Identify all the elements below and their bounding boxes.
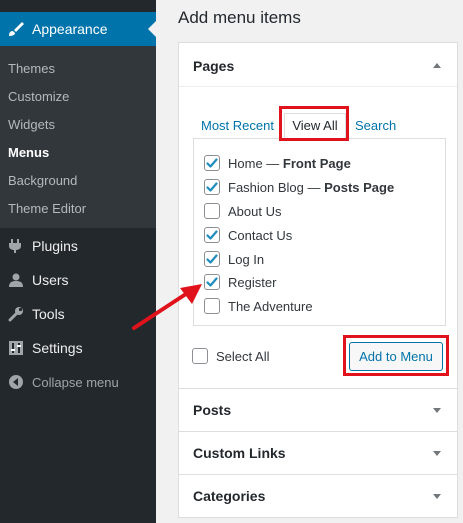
collapse-up-icon[interactable]: [433, 63, 441, 68]
expand-down-icon: [433, 451, 441, 456]
page-checkbox-row[interactable]: About Us: [204, 202, 281, 220]
submenu-customize[interactable]: Customize: [0, 83, 156, 111]
page-checkbox-row[interactable]: Fashion Blog — Posts Page: [204, 178, 394, 196]
submenu-themes[interactable]: Themes: [0, 55, 156, 83]
collapse-menu-label: Collapse menu: [32, 374, 119, 390]
select-all-label: Select All: [216, 348, 270, 364]
page-checkbox-row[interactable]: The Adventure: [204, 297, 313, 315]
checkbox[interactable]: [204, 155, 220, 171]
section-posts[interactable]: Posts: [178, 389, 458, 432]
page-checkbox-row[interactable]: Log In: [204, 250, 264, 268]
submenu-menus[interactable]: Menus: [0, 139, 156, 167]
settings-sliders-icon: [6, 338, 26, 358]
menu-users-label: Users: [32, 272, 69, 288]
menu-appearance[interactable]: Appearance: [0, 12, 156, 46]
checkbox[interactable]: [192, 348, 208, 364]
menu-settings[interactable]: Settings: [0, 331, 156, 365]
checkbox[interactable]: [204, 203, 220, 219]
expand-down-icon: [433, 494, 441, 499]
tab-view-all[interactable]: View All: [284, 113, 346, 139]
red-arrow-annotation: [132, 284, 202, 330]
admin-sidebar: Appearance Themes Customize Widgets Menu…: [0, 0, 156, 523]
menu-plugins[interactable]: Plugins: [0, 229, 156, 263]
pages-panel-title: Pages: [193, 58, 235, 74]
collapse-menu-button[interactable]: Collapse menu: [0, 365, 156, 399]
page-checkbox-row[interactable]: Register: [204, 273, 276, 291]
menu-settings-label: Settings: [32, 340, 83, 356]
tab-search[interactable]: Search: [355, 118, 396, 133]
pages-checklist: Home — Front Page Fashion Blog — Posts Pa…: [193, 138, 446, 326]
paintbrush-icon: [6, 19, 26, 39]
submenu-background[interactable]: Background: [0, 167, 156, 195]
expand-down-icon: [433, 408, 441, 413]
plugin-icon: [6, 236, 26, 256]
section-custom-links[interactable]: Custom Links: [178, 432, 458, 475]
page-state-label: Posts Page: [324, 179, 395, 195]
page-label: The Adventure: [228, 298, 313, 314]
page-label: Log In: [228, 251, 265, 267]
tab-most-recent[interactable]: Most Recent: [201, 118, 274, 133]
page-label: Register: [228, 274, 277, 290]
submenu-theme-editor[interactable]: Theme Editor: [0, 195, 156, 223]
add-to-menu-button[interactable]: Add to Menu: [349, 342, 443, 371]
page-label: Fashion Blog: [228, 179, 304, 195]
page-label: About Us: [228, 203, 282, 219]
checkbox[interactable]: [204, 227, 220, 243]
page-label-dash: —: [303, 179, 325, 195]
appearance-submenu: Themes Customize Widgets Menus Backgroun…: [0, 46, 156, 228]
page-checkbox-row[interactable]: Contact Us: [204, 226, 292, 244]
page-state-label: Front Page: [282, 155, 351, 171]
page-title: Add menu items: [178, 8, 301, 27]
wrench-icon: [6, 304, 26, 324]
checkbox[interactable]: [204, 179, 220, 195]
menu-tools-label: Tools: [32, 306, 65, 322]
section-categories-title: Categories: [193, 488, 266, 504]
user-icon: [6, 270, 26, 290]
section-posts-title: Posts: [193, 402, 232, 418]
pages-panel-header[interactable]: Pages: [179, 43, 457, 87]
submenu-widgets[interactable]: Widgets: [0, 111, 156, 139]
section-custom-links-title: Custom Links: [193, 445, 286, 461]
collapse-arrow-icon: [6, 372, 26, 392]
menu-plugins-label: Plugins: [32, 238, 78, 254]
page-label: Contact Us: [228, 227, 293, 243]
checkbox[interactable]: [204, 251, 220, 267]
select-all-checkbox[interactable]: Select All: [192, 348, 269, 364]
page-label: Home: [228, 155, 263, 171]
page-label-dash: —: [262, 155, 283, 171]
section-categories[interactable]: Categories: [178, 475, 458, 518]
menu-appearance-label: Appearance: [32, 21, 108, 37]
page-checkbox-row[interactable]: Home — Front Page: [204, 154, 351, 172]
